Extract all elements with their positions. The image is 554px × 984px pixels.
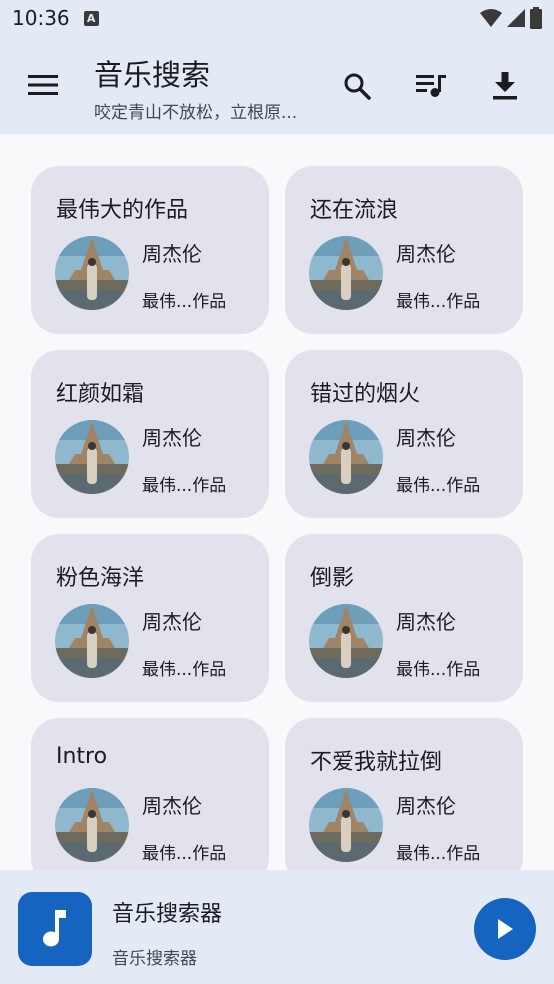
song-album: 最伟...作品 bbox=[396, 292, 481, 312]
album-thumbnail bbox=[309, 788, 383, 862]
song-grid: 最伟大的作品 周杰伦 最伟...作品 还在流浪 周杰伦 最伟...作品 红颜如霜… bbox=[31, 166, 523, 870]
song-album: 最伟...作品 bbox=[142, 292, 227, 312]
song-title: Intro bbox=[56, 744, 108, 769]
song-card[interactable]: 错过的烟火 周杰伦 最伟...作品 bbox=[285, 350, 523, 518]
song-album: 最伟...作品 bbox=[142, 476, 227, 496]
song-album: 最伟...作品 bbox=[396, 476, 481, 496]
song-card[interactable]: 粉色海洋 周杰伦 最伟...作品 bbox=[31, 534, 269, 702]
album-thumbnail bbox=[309, 420, 383, 494]
status-icons bbox=[480, 7, 542, 29]
album-thumbnail bbox=[55, 420, 129, 494]
playlist-icon bbox=[416, 75, 446, 97]
battery-icon bbox=[530, 7, 542, 29]
song-artist: 周杰伦 bbox=[396, 610, 456, 634]
song-album: 最伟...作品 bbox=[142, 844, 227, 864]
song-title: 红颜如霜 bbox=[56, 382, 145, 407]
signal-icon bbox=[507, 9, 525, 27]
music-note-icon bbox=[43, 910, 66, 947]
menu-icon bbox=[28, 75, 58, 95]
song-title: 错过的烟火 bbox=[310, 382, 421, 407]
song-card[interactable]: 不爱我就拉倒 周杰伦 最伟...作品 bbox=[285, 718, 523, 870]
song-artist: 周杰伦 bbox=[142, 794, 202, 818]
song-card[interactable]: 倒影 周杰伦 最伟...作品 bbox=[285, 534, 523, 702]
album-thumbnail bbox=[309, 236, 383, 310]
wifi-icon bbox=[480, 9, 502, 27]
search-button[interactable] bbox=[337, 66, 377, 106]
song-artist: 周杰伦 bbox=[396, 794, 456, 818]
download-button[interactable] bbox=[485, 66, 525, 106]
search-icon bbox=[344, 73, 371, 100]
song-card[interactable]: 最伟大的作品 周杰伦 最伟...作品 bbox=[31, 166, 269, 334]
song-title: 粉色海洋 bbox=[56, 566, 145, 591]
song-album: 最伟...作品 bbox=[396, 660, 481, 680]
song-artist: 周杰伦 bbox=[142, 426, 202, 450]
play-icon bbox=[498, 919, 513, 939]
song-album: 最伟...作品 bbox=[142, 660, 227, 680]
song-card[interactable]: 还在流浪 周杰伦 最伟...作品 bbox=[285, 166, 523, 334]
song-album: 最伟...作品 bbox=[396, 844, 481, 864]
song-artist: 周杰伦 bbox=[142, 610, 202, 634]
player-subtitle: 音乐搜索器 bbox=[112, 949, 197, 969]
page-title: 音乐搜索 bbox=[94, 58, 211, 92]
menu-button[interactable] bbox=[22, 64, 64, 106]
mini-player[interactable]: 音乐搜索器 音乐搜索器 bbox=[0, 870, 554, 984]
status-bar: 10:36 A bbox=[0, 0, 554, 36]
album-thumbnail bbox=[55, 604, 129, 678]
song-title: 还在流浪 bbox=[310, 198, 399, 223]
download-icon bbox=[493, 72, 517, 100]
album-thumbnail bbox=[55, 236, 129, 310]
song-artist: 周杰伦 bbox=[396, 242, 456, 266]
song-title: 不爱我就拉倒 bbox=[310, 750, 443, 775]
song-card[interactable]: Intro 周杰伦 最伟...作品 bbox=[31, 718, 269, 870]
status-time: 10:36 bbox=[12, 6, 70, 30]
player-cover bbox=[18, 892, 92, 966]
album-thumbnail bbox=[309, 604, 383, 678]
play-button[interactable] bbox=[474, 898, 536, 960]
page-subtitle: 咬定青山不放松，立根原... bbox=[94, 103, 298, 123]
song-artist: 周杰伦 bbox=[396, 426, 456, 450]
song-artist: 周杰伦 bbox=[142, 242, 202, 266]
playlist-button[interactable] bbox=[411, 66, 451, 106]
album-thumbnail bbox=[55, 788, 129, 862]
song-title: 最伟大的作品 bbox=[56, 198, 189, 223]
song-list[interactable]: 最伟大的作品 周杰伦 最伟...作品 还在流浪 周杰伦 最伟...作品 红颜如霜… bbox=[0, 134, 554, 870]
song-title: 倒影 bbox=[310, 566, 355, 591]
player-title: 音乐搜索器 bbox=[112, 902, 223, 927]
top-app-bar: 音乐搜索 咬定青山不放松，立根原... bbox=[0, 36, 554, 134]
song-card[interactable]: 红颜如霜 周杰伦 最伟...作品 bbox=[31, 350, 269, 518]
status-a-icon: A bbox=[83, 10, 99, 26]
